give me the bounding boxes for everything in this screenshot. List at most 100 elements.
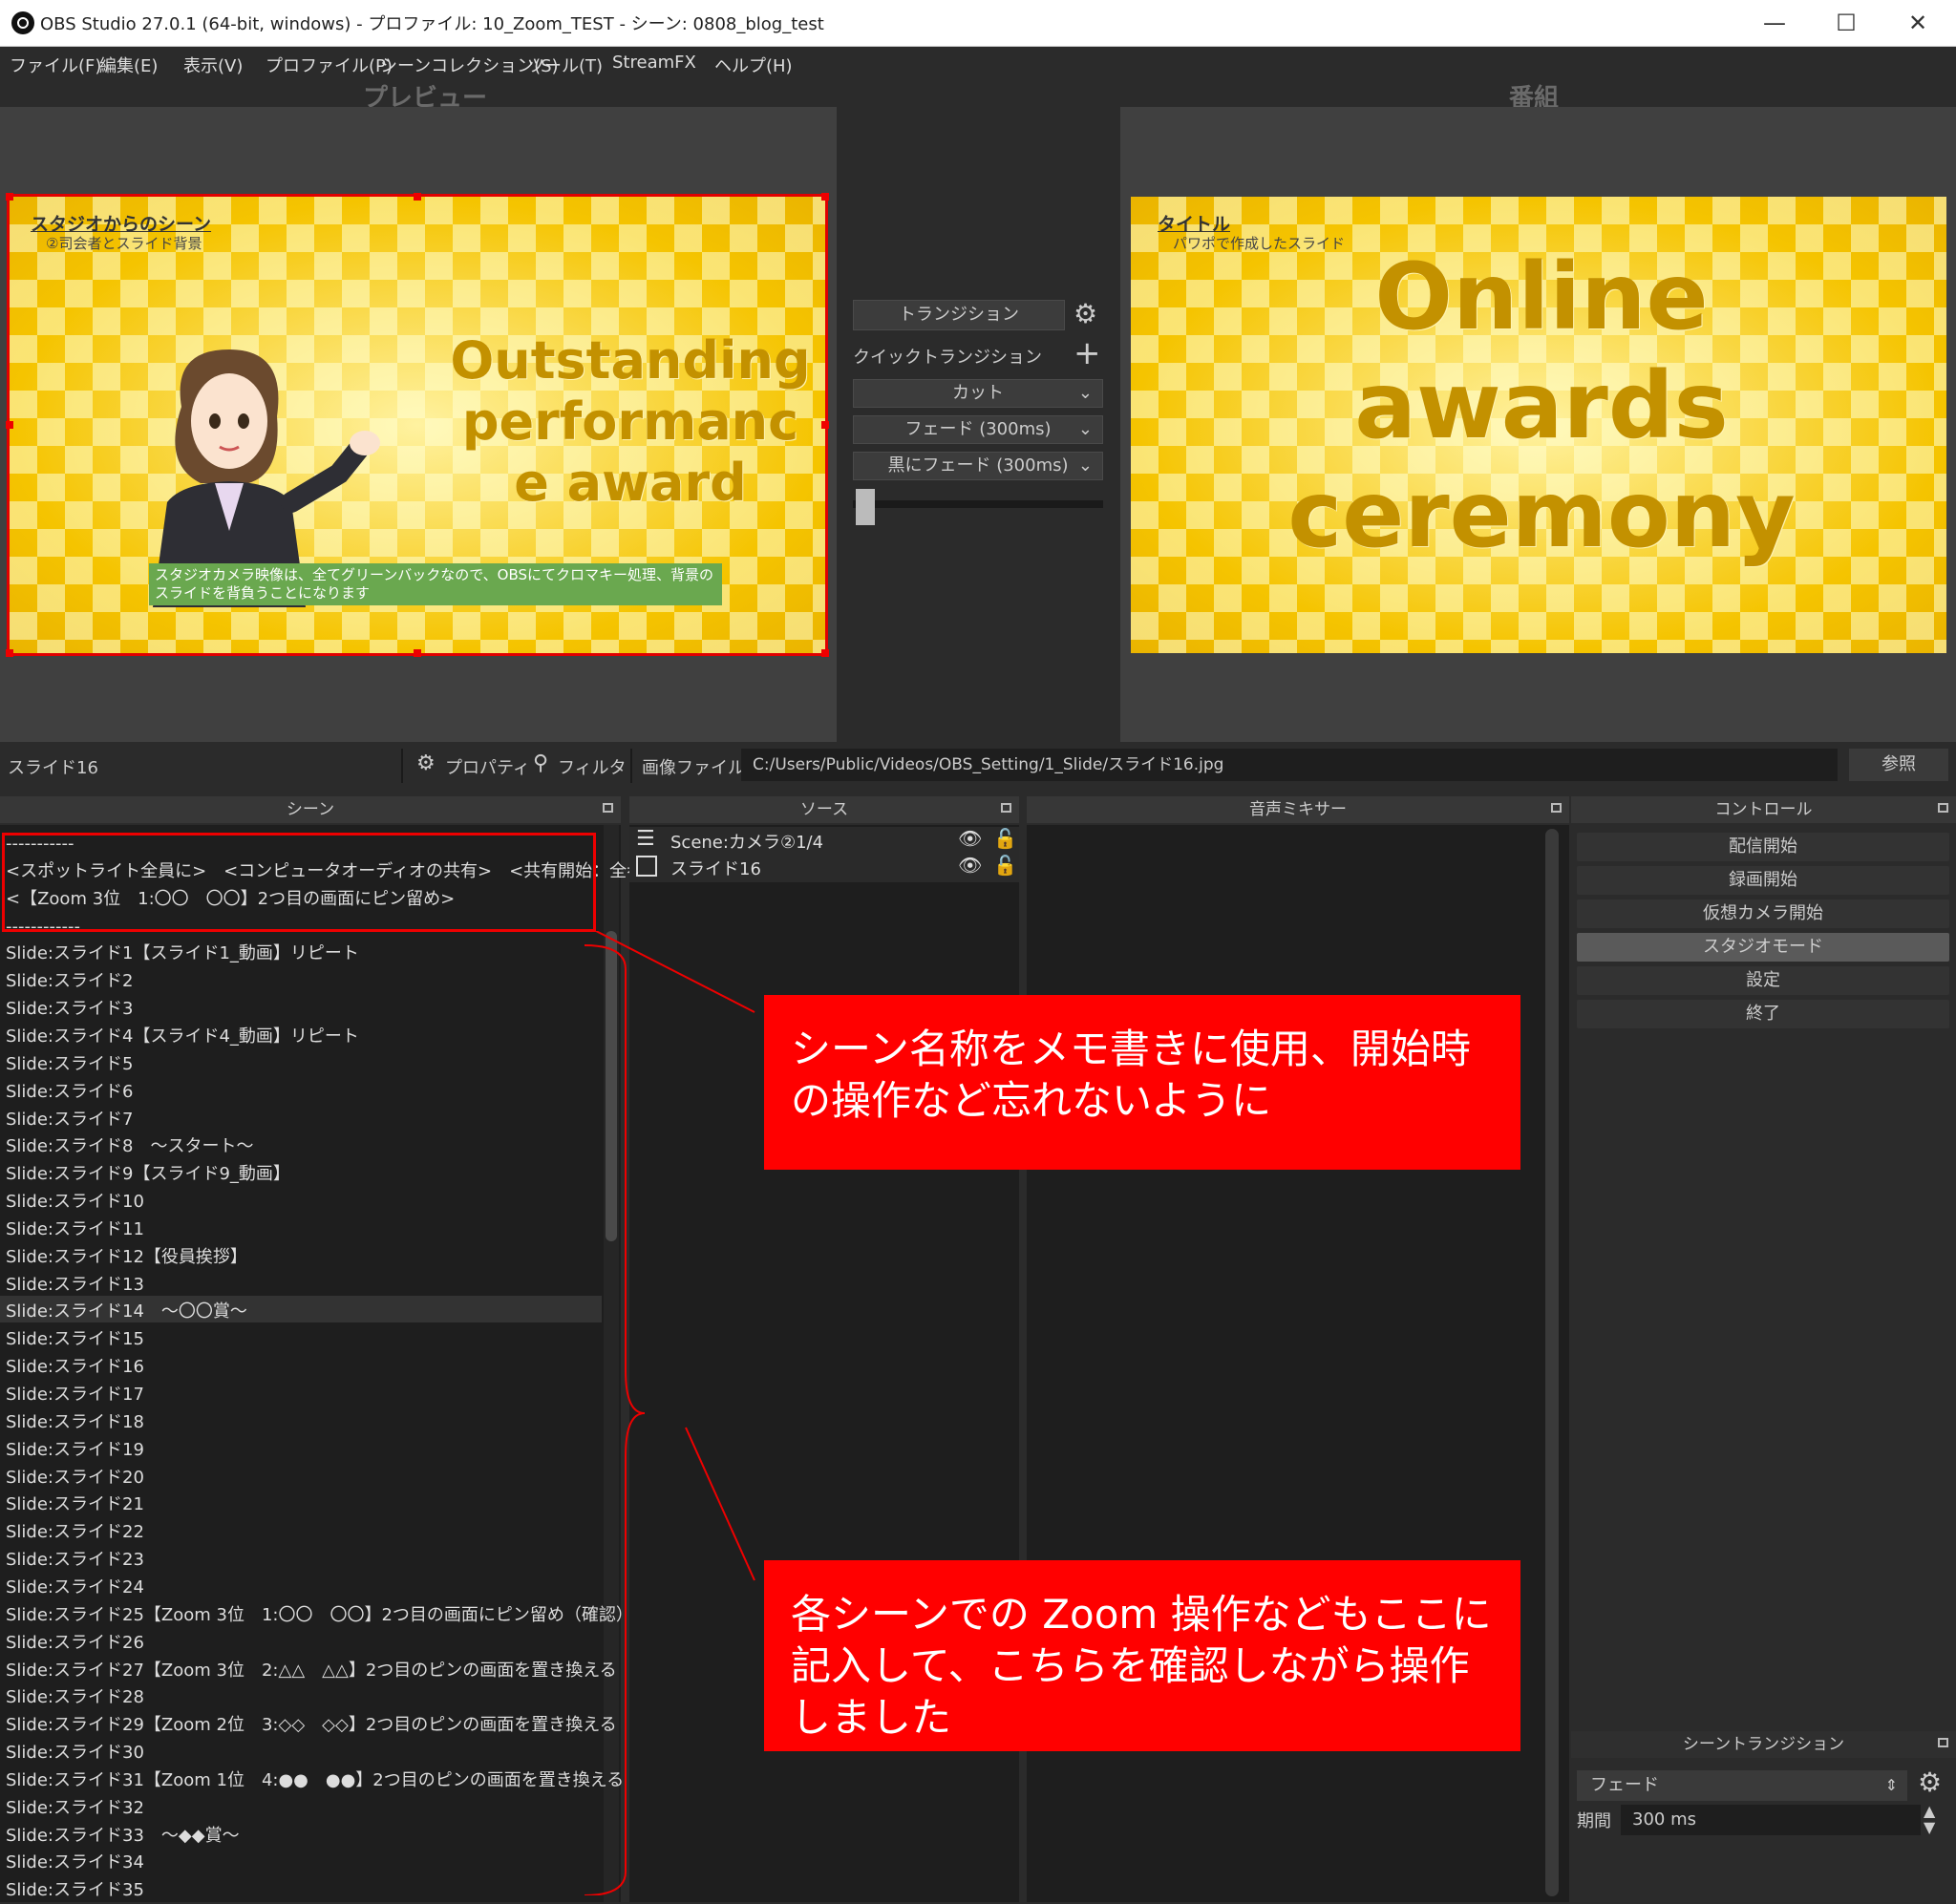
window-title: OBS Studio 27.0.1 (64-bit, windows) - プロ…	[40, 14, 824, 34]
t-bar-handle[interactable]	[856, 489, 875, 525]
maximize-button[interactable]: ☐	[1813, 4, 1880, 42]
gear-icon[interactable]: ⚙	[1074, 298, 1097, 329]
undock-icon[interactable]	[1001, 803, 1011, 813]
lock-icon[interactable]: 🔓	[993, 854, 1017, 877]
scene-item[interactable]: Slide:スライド8 ～スタート～	[6, 1133, 253, 1160]
scene-item[interactable]: Slide:スライド6	[6, 1079, 133, 1106]
undock-icon[interactable]	[1551, 803, 1562, 813]
start-streaming-button[interactable]: 配信開始	[1577, 833, 1949, 861]
mixer-scrollbar[interactable]	[1545, 829, 1559, 1896]
scene-item[interactable]: Slide:スライド15	[6, 1326, 144, 1353]
scene-item[interactable]: Slide:スライド16	[6, 1354, 144, 1381]
filters-button[interactable]: フィルタ	[558, 754, 627, 779]
menu-file[interactable]: ファイル(F)	[10, 53, 101, 77]
eye-icon[interactable]: 👁	[958, 827, 982, 850]
scene-item[interactable]: Slide:スライド10	[6, 1189, 144, 1216]
program-title-line-2: awards	[1354, 352, 1729, 459]
quick-transition-fade[interactable]: フェード (300ms) ⌄	[853, 415, 1103, 444]
scene-item[interactable]: Slide:スライド27【Zoom 3位 2:△△ △△】2つ目のピンの画面を置…	[6, 1658, 617, 1684]
scene-item[interactable]: Slide:スライド19	[6, 1437, 144, 1464]
updown-icon: ⇕	[1884, 1776, 1898, 1794]
undock-icon[interactable]	[1938, 803, 1948, 813]
transition-button[interactable]: トランジション	[853, 300, 1065, 330]
scene-item[interactable]: Slide:スライド7	[6, 1107, 133, 1133]
scene-item[interactable]: Slide:スライド29【Zoom 2位 3:◇◇ ◇◇】2つ目のピンの画面を置…	[6, 1712, 617, 1739]
image-file-path-field[interactable]: C:/Users/Public/Videos/OBS_Setting/1_Sli…	[741, 749, 1838, 781]
scene-item[interactable]: Slide:スライド13	[6, 1272, 144, 1299]
properties-button[interactable]: プロパティ	[445, 754, 530, 779]
scene-item[interactable]: Slide:スライド20	[6, 1465, 144, 1491]
scene-item[interactable]: Slide:スライド21	[6, 1491, 144, 1518]
undock-icon[interactable]	[1938, 1738, 1948, 1747]
studio-mode-button[interactable]: スタジオモード	[1577, 933, 1949, 962]
scene-item[interactable]: Slide:スライド32	[6, 1795, 144, 1822]
resize-handle[interactable]	[6, 649, 13, 657]
close-button[interactable]: ✕	[1884, 4, 1951, 42]
chevron-down-icon: ⌄	[1077, 383, 1093, 403]
scene-item[interactable]: Slide:スライド5	[6, 1051, 133, 1078]
resize-handle[interactable]	[6, 421, 13, 429]
source-item[interactable]: スライド16	[670, 856, 761, 880]
browse-button[interactable]: 参照	[1849, 749, 1948, 781]
scene-item[interactable]: Slide:スライド3	[6, 996, 133, 1023]
scene-item[interactable]: Slide:スライド30	[6, 1740, 144, 1766]
scene-item[interactable]: Slide:スライド11	[6, 1216, 144, 1243]
menu-tools[interactable]: ツール(T)	[527, 53, 603, 77]
program-title-line-3: ceremony	[1287, 461, 1796, 568]
undock-icon[interactable]	[603, 803, 613, 813]
start-recording-button[interactable]: 録画開始	[1577, 866, 1949, 895]
scene-item[interactable]: Slide:スライド2	[6, 968, 133, 995]
scene-item[interactable]: Slide:スライド24	[6, 1575, 144, 1601]
menu-profile[interactable]: プロファイル(P)	[266, 53, 393, 77]
duration-input[interactable]: 300 ms	[1621, 1805, 1921, 1835]
resize-handle[interactable]	[821, 421, 829, 429]
scene-item[interactable]: Slide:スライド23	[6, 1547, 144, 1574]
program-slide-heading: タイトル	[1158, 214, 1231, 235]
resize-handle[interactable]	[821, 649, 829, 657]
add-icon[interactable]: +	[1074, 334, 1101, 372]
gear-icon: ⚙	[416, 751, 436, 775]
eye-icon[interactable]: 👁	[958, 854, 982, 877]
divider	[630, 749, 632, 783]
resize-handle[interactable]	[821, 193, 829, 201]
menu-edit[interactable]: 編集(E)	[99, 53, 158, 77]
quick-transition-fade-black[interactable]: 黒にフェード (300ms) ⌄	[853, 452, 1103, 480]
scene-item[interactable]: Slide:スライド26	[6, 1630, 144, 1657]
menu-help[interactable]: ヘルプ(H)	[714, 53, 793, 77]
settings-button[interactable]: 設定	[1577, 966, 1949, 995]
scene-transition-select[interactable]: フェード ⇕	[1577, 1770, 1907, 1801]
t-bar-track[interactable]	[853, 500, 1103, 508]
scene-item[interactable]: Slide:スライド4【スライド4_動画】リピート	[6, 1024, 359, 1050]
scene-item[interactable]: Slide:スライド33 ～◆◆賞～	[6, 1823, 240, 1850]
source-item[interactable]: Scene:カメラ②1/4	[670, 829, 823, 854]
scene-item[interactable]: Slide:スライド35	[6, 1877, 144, 1904]
gear-icon[interactable]: ⚙	[1918, 1766, 1942, 1798]
resize-handle[interactable]	[6, 193, 13, 201]
scene-item[interactable]: Slide:スライド25【Zoom 3位 1:〇〇 〇〇】2つ目の画面にピン留め…	[6, 1602, 633, 1629]
scene-item[interactable]: Slide:スライド14 ～〇〇賞～	[6, 1299, 247, 1325]
resize-handle[interactable]	[414, 193, 421, 201]
selected-source-name: スライド16	[8, 758, 98, 778]
menu-streamfx[interactable]: StreamFX	[612, 53, 696, 73]
preview-slide[interactable]: スタジオからのシーン ②司会者とスライド背景 Outstanding perfo…	[7, 194, 828, 656]
scene-item[interactable]: Slide:スライド9【スライド9_動画】	[6, 1161, 290, 1188]
lock-icon[interactable]: 🔓	[993, 827, 1017, 850]
menu-view[interactable]: 表示(V)	[183, 53, 243, 77]
scene-item[interactable]: Slide:スライド34	[6, 1850, 144, 1876]
preview-title-line-2: performanc	[461, 391, 799, 452]
scene-item[interactable]: Slide:スライド22	[6, 1519, 144, 1546]
scene-item[interactable]: Slide:スライド1【スライド1_動画】リピート	[6, 941, 359, 967]
spinner-icon[interactable]: ▲ ▼	[1924, 1803, 1935, 1835]
resize-handle[interactable]	[414, 649, 421, 657]
scene-item[interactable]: Slide:スライド31【Zoom 1位 4:●● ●●】2つ目のピンの画面を置…	[6, 1767, 624, 1794]
exit-button[interactable]: 終了	[1577, 1000, 1949, 1028]
mixer-dock-label: 音声ミキサー	[1249, 800, 1347, 819]
minimize-button[interactable]: —	[1741, 4, 1808, 42]
scene-item[interactable]: Slide:スライド18	[6, 1409, 144, 1436]
quick-transition-cut[interactable]: カット ⌄	[853, 379, 1103, 408]
preview-slide-subtitle: ②司会者とスライド背景	[46, 235, 202, 252]
start-virtual-camera-button[interactable]: 仮想カメラ開始	[1577, 899, 1949, 928]
scene-item[interactable]: Slide:スライド28	[6, 1684, 144, 1711]
scene-item[interactable]: Slide:スライド12【役員挨拶】	[6, 1244, 247, 1271]
scene-item[interactable]: Slide:スライド17	[6, 1382, 144, 1408]
